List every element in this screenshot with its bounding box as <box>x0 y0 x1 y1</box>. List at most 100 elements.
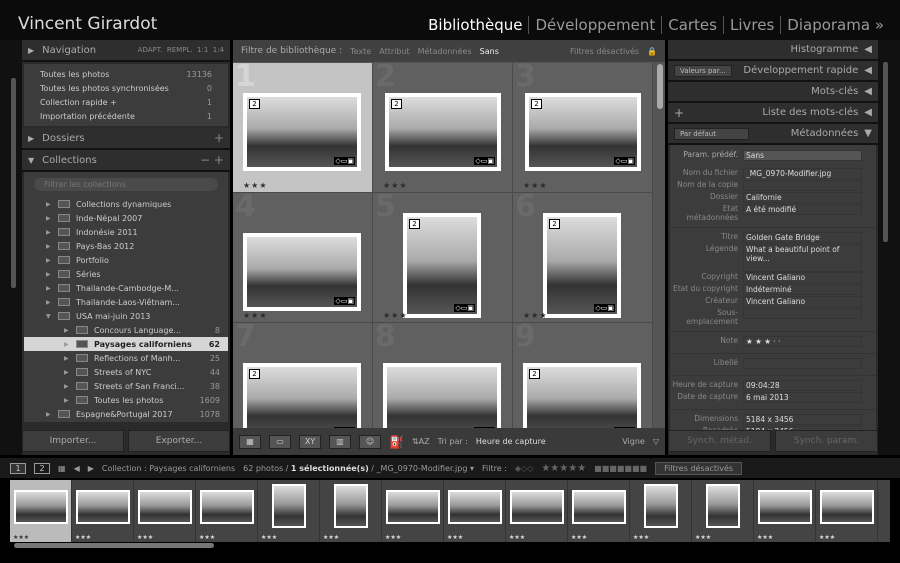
expand-icon[interactable]: ▶ <box>64 369 72 376</box>
collection-item[interactable]: ▶Instagram1 <box>24 421 228 422</box>
people-view-icon[interactable]: ☺ <box>359 434 381 449</box>
grid-cell[interactable]: 92◇▭▣ <box>513 319 653 435</box>
collection-item[interactable]: ▶ Séries <box>24 267 228 281</box>
collection-item[interactable]: ▼ USA mai-juin 2013 <box>24 309 228 323</box>
expand-icon[interactable]: ▶ <box>46 215 54 222</box>
stack-badge[interactable]: 2 <box>529 369 540 379</box>
spray-can-icon[interactable]: ⛽ <box>389 435 404 449</box>
photo-thumbnail[interactable]: 2◇▭▣ <box>523 363 641 435</box>
grid-cell[interactable]: 8◇▭▣ <box>373 319 513 435</box>
stack-badge[interactable]: 2 <box>391 99 402 109</box>
filmstrip-cell[interactable]: ★★★ <box>754 480 816 542</box>
grid-cell[interactable]: 6 2 ◇▭▣ ★★★ <box>513 189 653 323</box>
expand-icon[interactable]: ▶ <box>64 341 72 348</box>
expand-icon[interactable]: ▶ <box>64 355 72 362</box>
collection-item[interactable]: ▶ Streets of San Franci... 38 <box>24 379 228 393</box>
filmstrip-thumbnail[interactable] <box>820 490 874 524</box>
add-remove-collection-icon[interactable]: − + <box>200 153 224 167</box>
expand-icon[interactable]: ▶ <box>46 411 54 418</box>
filmstrip-thumbnail[interactable] <box>334 484 368 528</box>
module-map[interactable]: Cartes <box>662 16 724 34</box>
metadata-value[interactable]: 5184 x 3456 <box>743 414 862 425</box>
add-folder-icon[interactable]: + <box>214 131 224 145</box>
back-arrow-icon[interactable]: ◀ <box>74 464 80 473</box>
filter-preset[interactable]: Filtres désactivés <box>570 47 639 56</box>
filter-metadata[interactable]: Métadonnées <box>418 47 472 56</box>
filmstrip-thumbnail[interactable] <box>510 490 564 524</box>
keywording-header[interactable]: Mots-clés ◀ <box>668 82 878 103</box>
sort-direction-icon[interactable]: ⇅AZ <box>412 437 430 446</box>
zoom-options[interactable]: ADAPT. REMPL. 1:1 1:4 <box>138 46 224 54</box>
filmstrip-cell[interactable]: ★★★ <box>72 480 134 542</box>
filmstrip-thumbnail[interactable] <box>138 490 192 524</box>
expand-icon[interactable]: ▶ <box>46 243 54 250</box>
color-label-filter[interactable]: ■■■■■■■ <box>594 464 647 473</box>
grid-cell[interactable]: 1 2 ◇▭▣ ★★★ <box>233 63 373 193</box>
keyword-list-header[interactable]: + Liste des mots-clés ◀ <box>668 103 878 124</box>
grid-icon[interactable]: ▦ <box>58 464 66 473</box>
filter-attribute[interactable]: Attribut <box>379 47 409 56</box>
metadata-value[interactable]: ★ ★ ★ · · <box>743 336 862 347</box>
photo-thumbnail[interactable]: 2◇▭▣ <box>525 93 641 171</box>
expand-icon[interactable]: ▶ <box>64 397 72 404</box>
filmstrip-cell[interactable]: ★★★ <box>816 480 878 542</box>
grid-cell[interactable]: 4 ◇▭▣ ★★★ <box>233 189 373 323</box>
loupe-view-icon[interactable]: ▭ <box>269 434 291 449</box>
catalog-item[interactable]: Toutes les photos synchronisées 0 <box>24 81 228 95</box>
photo-thumbnail[interactable]: ◇▭▣ <box>243 233 361 311</box>
photo-thumbnail[interactable]: ◇▭▣ <box>383 363 501 435</box>
collection-item[interactable]: ▶ Portfolio <box>24 253 228 267</box>
filmstrip-thumbnail[interactable] <box>200 490 254 524</box>
collection-item[interactable]: ▶ Toutes les photos 1609 <box>24 393 228 407</box>
collection-item[interactable]: ▶ Reflections of Manh... 25 <box>24 351 228 365</box>
photo-thumbnail[interactable]: 2◇▭▣ <box>385 93 501 171</box>
quick-develop-header[interactable]: Valeurs par... Développement rapide ◀ <box>668 61 878 82</box>
compare-view-icon[interactable]: XY <box>299 434 321 449</box>
collapse-icon[interactable]: ▼ <box>46 313 54 320</box>
collection-item[interactable]: ▶ Espagne&Portugal 2017 1078 <box>24 407 228 421</box>
filmstrip-thumbnail[interactable] <box>272 484 306 528</box>
sort-select[interactable]: Heure de capture <box>476 437 546 446</box>
filmstrip-thumbnail[interactable] <box>14 490 68 524</box>
lock-icon[interactable]: 🔒 <box>647 47 657 56</box>
left-scrollbar[interactable] <box>11 78 16 288</box>
metadata-value[interactable]: What a beautiful point of view... <box>743 244 862 272</box>
stack-badge[interactable]: 2 <box>249 369 260 379</box>
filmstrip-cell[interactable]: ★★★ <box>196 480 258 542</box>
filmstrip-cell[interactable]: ★★★ <box>630 480 692 542</box>
collection-item[interactable]: ▶ Indonésie 2011 <box>24 225 228 239</box>
photo-thumbnail[interactable]: 2◇▭▣ <box>403 213 481 318</box>
right-panel-toggle[interactable] <box>878 40 900 455</box>
metadata-value[interactable] <box>743 358 862 369</box>
filmstrip-cell[interactable]: ★★★ <box>444 480 506 542</box>
filmstrip-filter-select[interactable]: Filtres désactivés <box>655 461 743 475</box>
filmstrip-thumbnail[interactable] <box>448 490 502 524</box>
folders-header[interactable]: ▶ Dossiers + <box>22 128 230 150</box>
stack-badge[interactable]: 2 <box>531 99 542 109</box>
forward-arrow-icon[interactable]: ▶ <box>88 464 94 473</box>
filmstrip-thumbnail[interactable] <box>386 490 440 524</box>
survey-view-icon[interactable]: ▥ <box>329 434 351 449</box>
metadata-value[interactable]: _MG_0970-Modifier.jpg <box>743 168 862 179</box>
expand-icon[interactable]: ▶ <box>46 285 54 292</box>
filmstrip-cell[interactable]: ★★★ <box>382 480 444 542</box>
metadata-value[interactable]: Indéterminé <box>743 284 862 295</box>
metadata-value[interactable]: Vincent Galiano <box>743 272 862 283</box>
photo-thumbnail[interactable]: 2◇▭▣ <box>243 363 361 435</box>
chevron-down-icon[interactable]: ▽ <box>653 437 659 446</box>
right-scrollbar[interactable] <box>883 62 888 242</box>
add-keyword-icon[interactable]: + <box>674 106 684 120</box>
catalog-item[interactable]: Collection rapide +1 <box>24 95 228 109</box>
module-library[interactable]: Bibliothèque <box>422 16 530 34</box>
stack-badge[interactable]: 2 <box>549 219 560 229</box>
module-book[interactable]: Livres <box>724 16 782 34</box>
collection-item[interactable]: ▶ Pays-Bas 2012 <box>24 239 228 253</box>
catalog-item[interactable]: Toutes les photos 13136 <box>24 67 228 81</box>
grid-cell[interactable]: 5 2 ◇▭▣ ★★★ <box>373 189 513 323</box>
filmstrip-cell[interactable]: ★★★ <box>568 480 630 542</box>
histogram-header[interactable]: Histogramme ◀ <box>668 40 878 61</box>
grid-cell[interactable]: 72◇▭▣ <box>233 319 373 435</box>
filmstrip-cell[interactable]: ★★★ <box>134 480 196 542</box>
thumbnail-size-slider[interactable]: Vigne <box>622 437 645 446</box>
filmstrip-thumbnail[interactable] <box>644 484 678 528</box>
